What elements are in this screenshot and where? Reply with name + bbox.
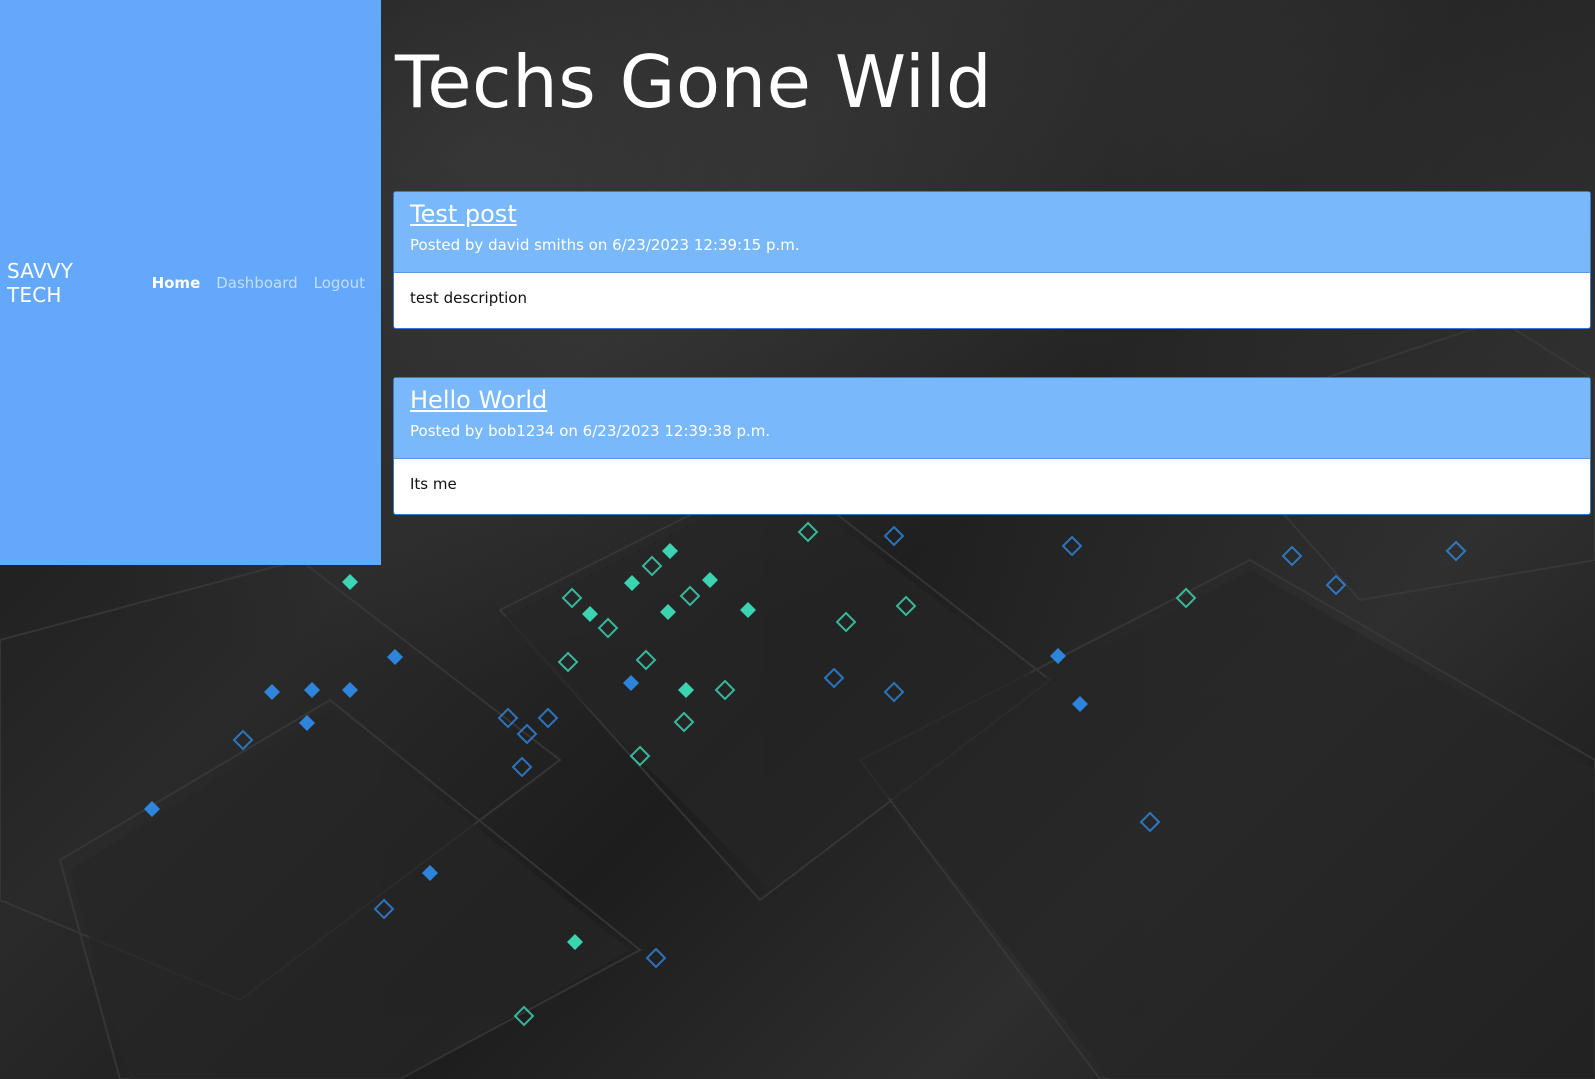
nav-link-home[interactable]: Home bbox=[152, 274, 201, 292]
nav-link-logout[interactable]: Logout bbox=[314, 274, 365, 292]
background-diamond bbox=[342, 682, 358, 698]
post-meta: Posted by david smiths on 6/23/2023 12:3… bbox=[410, 236, 800, 254]
background-diamond bbox=[232, 729, 254, 751]
background-diamond bbox=[645, 947, 667, 969]
post-title-link[interactable]: Test post bbox=[410, 200, 517, 228]
background-diamond bbox=[537, 707, 559, 729]
background-diamond bbox=[264, 684, 280, 700]
post-body: Its me bbox=[410, 475, 457, 493]
post-header: Test post Posted by david smiths on 6/23… bbox=[394, 192, 1590, 273]
page-title: Techs Gone Wild bbox=[395, 40, 993, 124]
brand-logo[interactable]: SAVVY TECH bbox=[7, 259, 128, 307]
background-diamond bbox=[342, 574, 358, 590]
background-diamond bbox=[387, 649, 403, 665]
post-list: Test post Posted by david smiths on 6/23… bbox=[393, 191, 1591, 563]
post-body: test description bbox=[410, 289, 527, 307]
sidebar-navbar: SAVVY TECH Home Dashboard Logout bbox=[0, 0, 381, 565]
background-diamond bbox=[511, 756, 533, 778]
background-diamond bbox=[304, 682, 320, 698]
post-card: Test post Posted by david smiths on 6/23… bbox=[393, 191, 1591, 329]
nav-link-dashboard[interactable]: Dashboard bbox=[216, 274, 297, 292]
post-card: Hello World Posted by bob1234 on 6/23/20… bbox=[393, 377, 1591, 515]
post-title-link[interactable]: Hello World bbox=[410, 386, 547, 414]
post-header: Hello World Posted by bob1234 on 6/23/20… bbox=[394, 378, 1590, 459]
post-meta: Posted by bob1234 on 6/23/2023 12:39:38 … bbox=[410, 422, 771, 440]
background-diamond bbox=[144, 801, 160, 817]
